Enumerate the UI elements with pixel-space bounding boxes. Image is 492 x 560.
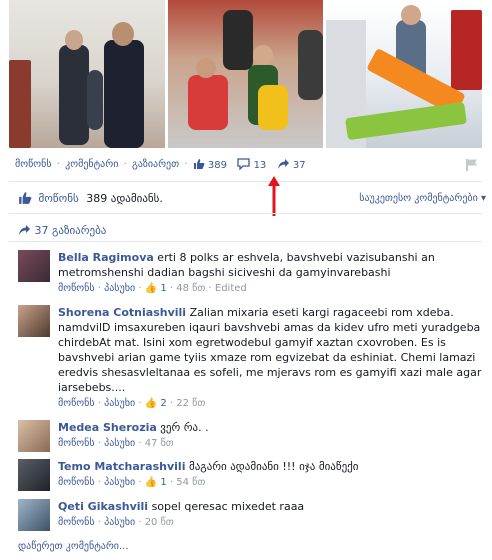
share-count-group[interactable]: 37 (277, 158, 306, 171)
comment-likes[interactable]: 👍 1 (145, 477, 170, 488)
comment-reply-link[interactable]: პასუხი (104, 517, 135, 528)
comment-edited[interactable]: Edited (215, 283, 247, 294)
comment-like-link[interactable]: მოწონს (58, 283, 95, 294)
avatar[interactable] (18, 420, 50, 452)
comment-count-group[interactable]: 13 (237, 158, 266, 171)
comment-meta: მოწონს · პასუხი · 👍 1 · 48 წთ · Edited (58, 283, 247, 294)
separator: · (56, 159, 60, 170)
thumbs-up-icon: 👍 (144, 283, 158, 294)
share-link[interactable]: გაზიარეთ (132, 159, 179, 170)
comment-like-link[interactable]: მოწონს (58, 477, 95, 488)
avatar[interactable] (18, 459, 50, 491)
separator: · (184, 159, 188, 170)
avatar[interactable] (18, 250, 50, 282)
comment-text: Zalian mixaria eseti kargi ragaceebi rom… (58, 306, 482, 394)
thumbs-up-icon: 👍 (144, 398, 158, 409)
flag-icon[interactable] (465, 158, 479, 172)
comment-reply-link[interactable]: პასუხი (104, 398, 135, 409)
avatar[interactable] (18, 499, 50, 531)
photo-children-toys[interactable] (168, 0, 323, 148)
commenter-name[interactable]: Bella Ragimova (58, 251, 154, 264)
like-link[interactable]: მოწონს (15, 159, 52, 170)
thumbs-up-icon: 👍 (144, 477, 158, 488)
comment-reply-link[interactable]: პასუხი (104, 477, 135, 488)
comment-text: sopel qeresac mixedet raaa (151, 500, 305, 513)
comment-text: ვერ რა. . (160, 421, 209, 434)
comment-meta: მოწონს · პასუხი · 47 წთ (58, 438, 174, 449)
popular-comments-dropdown[interactable]: საუკეთესო კომენტარები ▾ (359, 193, 486, 204)
share-arrow-icon (277, 159, 289, 169)
comment-time[interactable]: 20 წთ (145, 517, 174, 528)
comment-meta: მოწონს · პასუხი · 👍 2 · 22 წთ (58, 398, 206, 409)
chevron-down-icon: ▾ (480, 193, 486, 204)
comment-count: 13 (253, 159, 267, 171)
avatar[interactable] (18, 305, 50, 337)
commenter-name[interactable]: Shorena Cotniashvili (58, 306, 186, 319)
popular-comments-label: საუკეთესო კომენტარები (359, 193, 478, 204)
comment-like-link[interactable]: მოწონს (58, 438, 95, 449)
divider (9, 241, 482, 242)
comment-likes[interactable]: 👍 1 (145, 283, 170, 294)
comment-reply-link[interactable]: პასუხი (104, 438, 135, 449)
comment-link[interactable]: კომენტარი (65, 159, 118, 170)
speech-bubble-icon (237, 158, 251, 171)
shares-link[interactable]: 37 გაზიარება (18, 224, 106, 237)
post-actions-bar: მოწონს · კომენტარი · გაზიარეთ · 389 13 3… (15, 158, 485, 174)
comment-time[interactable]: 54 წთ (176, 477, 205, 488)
comment-like-link[interactable]: მოწონს (58, 398, 95, 409)
divider (9, 213, 482, 214)
thumbs-up-icon (193, 159, 205, 169)
comment-like-count: 1 (160, 477, 167, 488)
comment-like-link[interactable]: მოწონს (58, 517, 95, 528)
like-count: 389 (207, 159, 227, 171)
comment-like-count: 1 (160, 283, 167, 294)
write-comment-link[interactable]: დაწერეთ კომენტარი... (18, 541, 129, 552)
photo-handshake[interactable] (9, 0, 165, 148)
share-count: 37 (292, 159, 306, 171)
comment-time[interactable]: 48 წთ (176, 283, 205, 294)
share-arrow-icon (19, 225, 30, 235)
comment-likes[interactable]: 👍 2 (145, 398, 170, 409)
likes-summary: მოწონს 389 ადამიანს. (18, 191, 163, 205)
comment-text: მაგარი ადამიანი !!! იჯა მიაწექი (188, 460, 359, 473)
commenter-name[interactable]: Medea Sherozia (58, 421, 157, 434)
shares-text: 37 გაზიარება (34, 224, 107, 237)
photo-slide[interactable] (326, 0, 482, 148)
annotation-arrow-icon (268, 176, 280, 216)
separator: · (123, 159, 127, 170)
like-count-group[interactable]: 389 (193, 158, 227, 171)
commenter-name[interactable]: Qeti Gikashvili (58, 500, 148, 513)
comment-meta: მოწონს · პასუხი · 20 წთ (58, 517, 174, 528)
divider (9, 181, 482, 182)
commenter-name[interactable]: Temo Matcharashvili (58, 460, 185, 473)
comment-like-count: 2 (160, 398, 167, 409)
likes-summary-text[interactable]: 389 ადამიანს. (86, 192, 163, 205)
photo-strip (0, 0, 492, 152)
comment-meta: მოწონს · პასუხი · 👍 1 · 54 წთ (58, 477, 206, 488)
comment-time[interactable]: 47 წთ (145, 438, 174, 449)
comment-reply-link[interactable]: პასუხი (104, 283, 135, 294)
thumbs-up-icon (19, 192, 32, 204)
comment-time[interactable]: 22 წთ (176, 398, 205, 409)
likes-summary-link[interactable]: მოწონს (39, 192, 79, 205)
